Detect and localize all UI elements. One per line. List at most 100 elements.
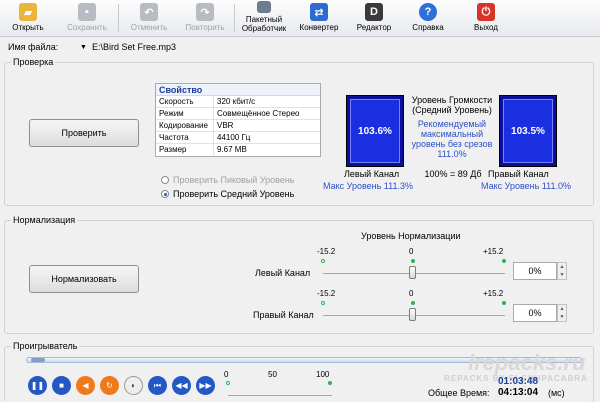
normalize-button[interactable]: Нормализовать: [29, 265, 139, 293]
table-row: Кодирование VBR: [156, 120, 320, 132]
volume-button[interactable]: ◐: [124, 376, 143, 395]
undo-icon: ↶: [140, 3, 158, 21]
repeat-icon: ↻: [106, 381, 113, 390]
table-row: Размер 9.67 MB: [156, 144, 320, 156]
next-icon: ▶▶: [199, 381, 212, 390]
normalization-level-title: Уровень Нормализации: [361, 231, 461, 241]
table-row: Частота 44100 Гц: [156, 132, 320, 144]
spin-down-icon: ▼: [559, 314, 565, 320]
check-button[interactable]: Проверить: [29, 119, 139, 147]
converter-button[interactable]: ⇄ Конвертер: [294, 1, 344, 36]
stop-button[interactable]: ■: [52, 376, 71, 395]
toolbar-separator: [234, 4, 235, 32]
left-scale-max: +15.2: [483, 247, 504, 256]
save-button[interactable]: ▪ Сохранить: [62, 1, 112, 36]
playback-progress-thumb[interactable]: [31, 358, 45, 362]
norm-left-label: Левый Канал: [255, 268, 311, 278]
editor-button[interactable]: D Редактор: [350, 1, 398, 36]
help-icon: ?: [419, 3, 437, 21]
right-scale-mid: 0: [409, 289, 414, 298]
volume-max-dot: [328, 381, 332, 385]
exit-button[interactable]: ⏻ Выход: [466, 1, 506, 36]
db-reference: 100% = 89 Дб: [424, 169, 482, 179]
time-unit: (мс): [548, 388, 565, 398]
previous-button[interactable]: ◀◀: [172, 376, 191, 395]
radio-peak-dot: [161, 176, 169, 184]
right-channel-slider-thumb[interactable]: [409, 308, 416, 321]
check-group: Проверка Проверить Свойство Скорость 320 …: [4, 57, 594, 206]
right-scale-max: +15.2: [483, 289, 504, 298]
left-slider-min-dot: [321, 259, 325, 263]
volume-max-label: 100: [316, 370, 330, 379]
editor-icon: D: [365, 3, 383, 21]
left-scale-min: -15.2: [317, 247, 336, 256]
normalization-group-title: Нормализация: [11, 215, 78, 225]
right-channel-value-field[interactable]: 0%: [513, 304, 557, 322]
volume-slider-track[interactable]: [228, 395, 332, 396]
volume-min-label: 0: [224, 370, 229, 379]
normalization-group: Нормализация Нормализовать Уровень Норма…: [4, 215, 594, 334]
right-channel-spin-button[interactable]: ▲ ▼: [557, 304, 567, 322]
spin-down-icon: ▼: [559, 272, 565, 278]
table-row: Скорость 320 кбит/с: [156, 96, 320, 108]
open-button[interactable]: ▰ Открыть: [6, 1, 50, 36]
batch-icon: [257, 1, 271, 13]
speaker-icon: ◐: [131, 381, 136, 390]
batch-label-line1: Пакетный: [245, 15, 283, 24]
total-time: 04:13:04: [498, 387, 539, 398]
volume-min-dot: [226, 381, 230, 385]
file-dropdown-arrow-icon[interactable]: ▼: [80, 44, 92, 51]
left-channel-label: Левый Канал: [344, 169, 400, 179]
next-button[interactable]: ▶▶: [196, 376, 215, 395]
properties-header: Свойство: [156, 84, 320, 96]
repeat-button[interactable]: ↻: [100, 376, 119, 395]
total-time-label: Общее Время:: [428, 388, 490, 398]
left-slider-mid-dot: [411, 259, 415, 263]
undo-button[interactable]: ↶ Отменить: [124, 1, 174, 36]
left-scale-mid: 0: [409, 247, 414, 256]
right-slider-mid-dot: [411, 301, 415, 305]
pause-button[interactable]: ❚❚: [28, 376, 47, 395]
norm-right-label: Правый Канал: [253, 310, 314, 320]
file-name-field[interactable]: E:\Bird Set Free.mp3: [92, 42, 176, 52]
help-button[interactable]: ? Справка: [406, 1, 450, 36]
left-slider-max-dot: [502, 259, 506, 263]
left-channel-value-field[interactable]: 0%: [513, 262, 557, 280]
left-channel-spin-button[interactable]: ▲ ▼: [557, 262, 567, 280]
pause-icon: ❚❚: [30, 381, 45, 390]
spin-up-icon: ▲: [559, 264, 565, 270]
toolbar: ▰ Открыть ▪ Сохранить ↶ Отменить ↷ Повто…: [0, 0, 600, 37]
converter-arrows-icon: ⇄: [310, 3, 328, 21]
previous-icon: ◀◀: [175, 381, 188, 390]
rewind-icon: ◀: [82, 381, 89, 390]
file-row: Имя файла: ▼ E:\Bird Set Free.mp3: [8, 40, 596, 54]
table-row: Режим Совмещённое Стерео: [156, 108, 320, 120]
properties-table: Свойство Скорость 320 кбит/с Режим Совмещё…: [155, 83, 321, 157]
left-meter-value: 103.6%: [358, 126, 392, 137]
volume-mid-label: 50: [268, 370, 277, 379]
check-group-title: Проверка: [11, 57, 56, 67]
left-channel-slider-thumb[interactable]: [409, 266, 416, 279]
save-disk-icon: ▪: [78, 3, 96, 21]
skip-back-button[interactable]: ⏮: [148, 376, 167, 395]
radio-peak-level[interactable]: Проверить Пиковый Уровень: [161, 175, 295, 185]
right-channel-meter: 103.5%: [499, 95, 557, 167]
file-label: Имя файла:: [8, 42, 59, 52]
right-slider-min-dot: [321, 301, 325, 305]
radio-average-dot: [161, 190, 169, 198]
loudness-title: Уровень Громкости (Средний Уровень): [411, 95, 493, 115]
batch-label-line2: Обработчик: [241, 24, 287, 33]
left-max-level: Макс Уровень 111.3%: [323, 181, 413, 191]
rewind-button[interactable]: ◀: [76, 376, 95, 395]
skip-back-icon: ⏮: [153, 380, 162, 390]
toolbar-separator: [118, 4, 119, 32]
spin-up-icon: ▲: [559, 306, 565, 312]
redo-button[interactable]: ↷ Повторить: [180, 1, 230, 36]
batch-processor-button[interactable]: Пакетный Обработчик: [236, 1, 292, 36]
right-slider-max-dot: [502, 301, 506, 305]
right-meter-value: 103.5%: [511, 126, 545, 137]
redo-icon: ↷: [196, 3, 214, 21]
right-max-level: Макс Уровень 111.0%: [481, 181, 571, 191]
radio-average-level[interactable]: Проверить Средний Уровень: [161, 189, 294, 199]
left-channel-meter: 103.6%: [346, 95, 404, 167]
